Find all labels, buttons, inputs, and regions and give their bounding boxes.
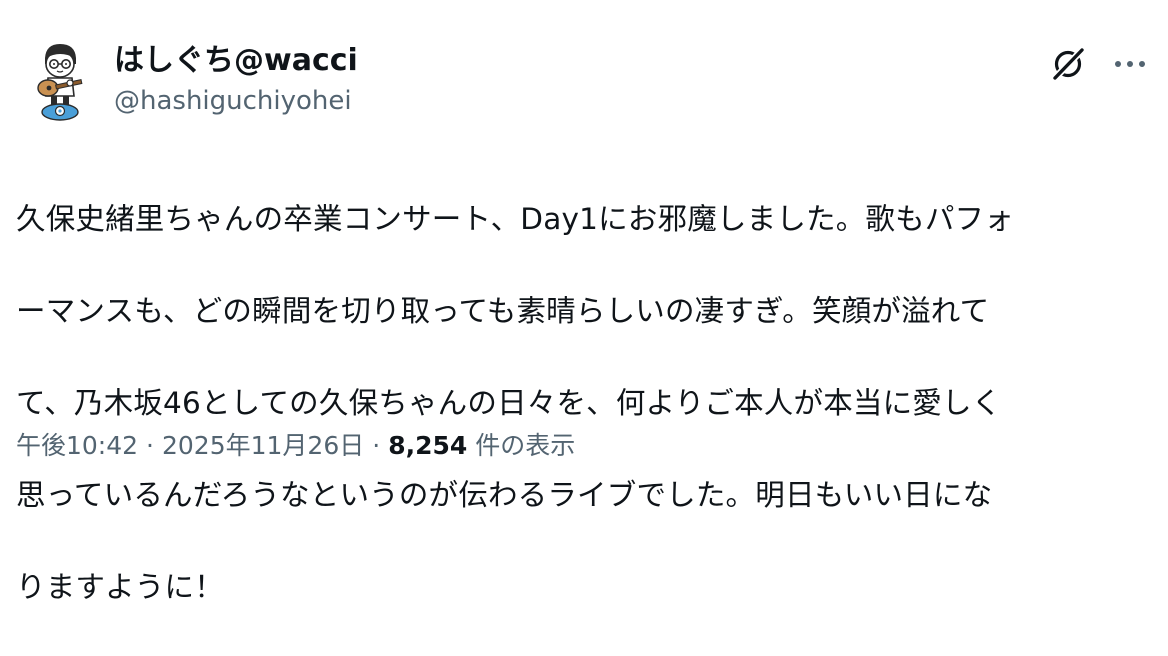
display-name[interactable]: はしぐち@wacci [114, 42, 358, 80]
meta-separator: · [146, 431, 154, 460]
tweet-text-line: りますように！ [16, 570, 224, 604]
grok-button[interactable] [1048, 44, 1088, 84]
tweet-text-line: て、乃木坂46としての久保ちゃんの日々を、何よりご本人が本当に愛しく [16, 386, 1002, 420]
views-count: 8,254 [388, 431, 468, 460]
user-handle[interactable]: @hashiguchiyohei [114, 84, 358, 118]
tweet-card: はしぐち@wacci @hashiguchiyohei 久保史緒里ちゃんの卒業コ… [0, 0, 1168, 604]
tweet-text-line: 思っているんだろうなというのが伝わるライブでした。明日もいい日にな [16, 478, 993, 512]
views-label: 件の表示 [475, 431, 576, 460]
header-actions [1048, 44, 1150, 84]
tweet-text-line: 久保史緒里ちゃんの卒業コンサート、Day1にお邪魔しました。歌もパフォ [16, 202, 1014, 236]
tweet-time[interactable]: 午後10:42 [16, 428, 138, 464]
more-dots-icon [1115, 61, 1145, 67]
tweet-meta: 午後10:42 · 2025年11月26日 · 8,254 件の表示 [16, 428, 575, 464]
avatar-illustration [37, 44, 83, 121]
meta-separator: · [372, 431, 381, 460]
author-names: はしぐち@wacci @hashiguchiyohei [114, 42, 358, 118]
tweet-date[interactable]: 2025年11月26日 [162, 428, 364, 464]
tweet-text: 久保史緒里ちゃんの卒業コンサート、Day1にお邪魔しました。歌もパフォ ーマンス… [16, 150, 1156, 656]
more-button[interactable] [1110, 44, 1150, 84]
grok-slash-icon [1052, 47, 1085, 81]
tweet-text-line: ーマンスも、どの瞬間を切り取っても素晴らしいの凄すぎ。笑顔が溢れて [16, 294, 990, 328]
tweet-header: はしぐち@wacci @hashiguchiyohei [18, 38, 1150, 128]
avatar[interactable] [18, 38, 102, 122]
